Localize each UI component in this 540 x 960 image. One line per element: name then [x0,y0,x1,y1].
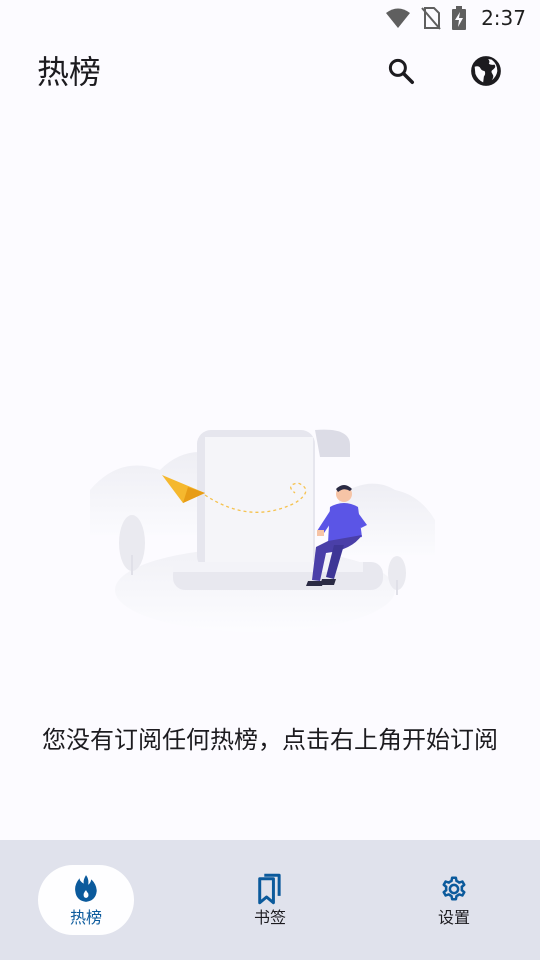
page-title: 热榜 [37,53,102,91]
search-button[interactable] [379,49,423,93]
flame-icon [73,873,99,905]
bookmarks-icon [255,873,285,905]
status-bar: 2:37 [0,0,540,36]
globe-icon [471,56,501,86]
top-app-bar: 热榜 [0,36,540,114]
wifi-icon [385,7,411,29]
battery-charging-icon [451,6,467,30]
nav-item-settings[interactable]: 设置 [406,865,502,935]
search-icon [388,58,414,84]
status-time: 2:37 [481,6,526,30]
nav-label-bookmarks: 书签 [253,908,286,927]
bottom-navigation: 热榜 书签 设置 [0,840,540,960]
nav-item-hot-list[interactable]: 热榜 [38,865,134,935]
nav-label-settings: 设置 [437,908,470,927]
nav-label-hot-list: 热榜 [69,908,102,927]
nav-item-bookmarks[interactable]: 书签 [222,865,318,935]
gear-icon [439,873,469,905]
no-sim-icon [421,6,441,30]
empty-state-illustration [90,429,435,632]
empty-state-message: 您没有订阅任何热榜，点击右上角开始订阅 [42,726,498,754]
language-button[interactable] [464,49,508,93]
